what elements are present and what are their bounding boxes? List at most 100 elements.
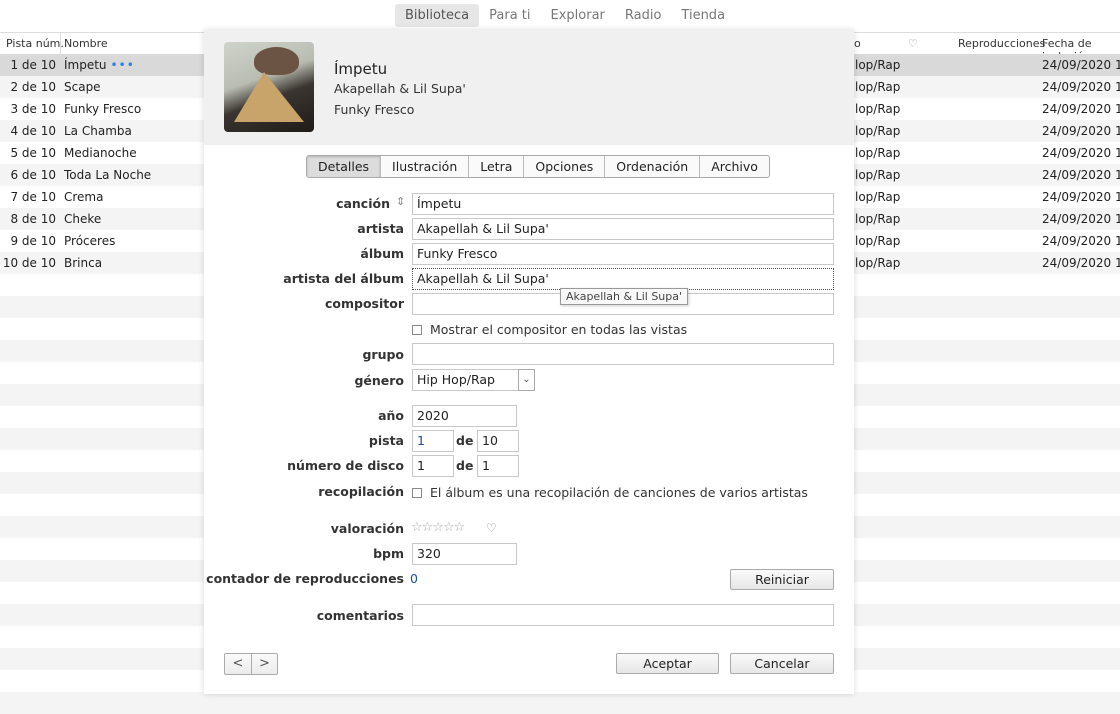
- track-date-added: 24/09/2020 10: [1042, 256, 1120, 270]
- track-number: 3 de 10: [10, 102, 56, 116]
- track-name-text: Ímpetu: [64, 58, 107, 72]
- track-date-added: 24/09/2020 10: [1042, 146, 1120, 160]
- track-name: Cheke: [64, 212, 101, 226]
- empty-row: [0, 692, 1120, 714]
- track-date-added: 24/09/2020 10: [1042, 212, 1120, 226]
- tab-detalles[interactable]: Detalles: [307, 156, 381, 177]
- comments-input[interactable]: [412, 604, 834, 626]
- col-genre[interactable]: o: [854, 37, 861, 50]
- label-group: grupo: [362, 347, 404, 362]
- track-number: 10 de 10: [2, 256, 56, 270]
- track-number: 6 de 10: [10, 168, 56, 182]
- track-date-added: 24/09/2020 10: [1042, 102, 1120, 116]
- group-input[interactable]: [412, 343, 834, 365]
- track-name: Toda La Noche: [64, 168, 151, 182]
- track-genre: lop/Rap: [855, 58, 901, 72]
- track-genre: lop/Rap: [855, 212, 901, 226]
- disc-total-input[interactable]: 1: [477, 455, 519, 477]
- track-input[interactable]: 1: [412, 430, 454, 452]
- header-artist: Akapellah & Lil Supa': [334, 81, 466, 96]
- cancel-button[interactable]: Cancelar: [730, 653, 834, 674]
- prev-next-buttons: < >: [224, 653, 278, 675]
- track-name: Funky Fresco: [64, 102, 141, 116]
- track-name: Medianoche: [64, 146, 137, 160]
- label-comments: comentarios: [316, 608, 404, 623]
- chevron-down-icon[interactable]: ⌄: [518, 369, 535, 391]
- genre-input[interactable]: Hip Hop/Rap: [412, 369, 519, 391]
- disc-input[interactable]: 1: [412, 455, 454, 477]
- track-name-text: Funky Fresco: [64, 102, 142, 116]
- tab-ilustracion[interactable]: Ilustración: [380, 156, 468, 177]
- bpm-input[interactable]: 320: [412, 543, 517, 565]
- previous-button[interactable]: <: [225, 654, 251, 674]
- artist-input[interactable]: Akapellah & Lil Supa': [412, 218, 834, 240]
- label-track: pista: [368, 433, 404, 448]
- album-artwork: [224, 42, 314, 132]
- track-name-text: La Chamba: [64, 124, 132, 138]
- track-date-added: 24/09/2020 10: [1042, 168, 1120, 182]
- label-year: año: [378, 408, 404, 423]
- track-name-text: Toda La Noche: [64, 168, 152, 182]
- track-genre: lop/Rap: [855, 80, 901, 94]
- track-number: 7 de 10: [10, 190, 56, 204]
- label-genre: género: [354, 373, 404, 388]
- reset-button[interactable]: Reiniciar: [730, 569, 834, 590]
- label-album-artist: artista del álbum: [283, 271, 404, 286]
- track-number: 4 de 10: [10, 124, 56, 138]
- track-genre: lop/Rap: [855, 256, 901, 270]
- next-button[interactable]: >: [251, 654, 277, 674]
- track-name: Brinca: [64, 256, 102, 270]
- tab-opciones[interactable]: Opciones: [523, 156, 604, 177]
- album-artist-input[interactable]: Akapellah & Lil Supa': [412, 268, 834, 290]
- nav-biblioteca[interactable]: Biblioteca: [394, 3, 480, 27]
- header-title: Ímpetu: [334, 60, 388, 78]
- header-album: Funky Fresco: [334, 102, 415, 117]
- track-number: 2 de 10: [10, 80, 56, 94]
- sort-chevron-icon[interactable]: ⇕: [396, 195, 405, 208]
- label-rating: valoración: [330, 521, 404, 536]
- nav-explorar[interactable]: Explorar: [541, 4, 615, 27]
- track-date-added: 24/09/2020 10: [1042, 124, 1120, 138]
- tab-archivo[interactable]: Archivo: [699, 156, 769, 177]
- label-of: de: [456, 433, 474, 448]
- song-input[interactable]: Ímpetu: [412, 193, 834, 215]
- rating-stars[interactable]: ☆☆☆☆☆: [411, 520, 465, 535]
- track-genre: lop/Rap: [855, 234, 901, 248]
- track-number: 8 de 10: [10, 212, 56, 226]
- track-genre: lop/Rap: [855, 146, 901, 160]
- album-input[interactable]: Funky Fresco: [412, 243, 834, 265]
- tab-bar: Detalles Ilustración Letra Opciones Orde…: [306, 155, 770, 178]
- compilation-checkbox[interactable]: El álbum es una recopilación de cancione…: [412, 485, 808, 500]
- label-song: canción: [336, 196, 390, 211]
- show-composer-label: Mostrar el compositor en todas las vista…: [430, 322, 688, 337]
- col-plays[interactable]: Reproducciones: [958, 37, 1045, 50]
- track-name-text: Crema: [64, 190, 104, 204]
- playcount-value: 0: [410, 571, 418, 586]
- compilation-label: El álbum es una recopilación de cancione…: [430, 485, 808, 500]
- tab-letra[interactable]: Letra: [468, 156, 523, 177]
- track-date-added: 24/09/2020 10: [1042, 80, 1120, 94]
- show-composer-checkbox[interactable]: Mostrar el compositor en todas las vista…: [412, 322, 687, 337]
- track-total-input[interactable]: 10: [477, 430, 519, 452]
- col-name[interactable]: Nombre: [64, 37, 108, 50]
- label-disc: número de disco: [287, 458, 404, 473]
- year-input[interactable]: 2020: [412, 405, 517, 427]
- track-genre: lop/Rap: [855, 124, 901, 138]
- nav-para-ti[interactable]: Para ti: [479, 4, 540, 27]
- track-genre: lop/Rap: [855, 190, 901, 204]
- track-number: 9 de 10: [10, 234, 56, 248]
- tab-ordenacion[interactable]: Ordenación: [604, 156, 699, 177]
- nav-radio[interactable]: Radio: [615, 4, 672, 27]
- track-name-text: Medianoche: [64, 146, 137, 160]
- label-compilation: recopilación: [318, 484, 404, 499]
- more-options-icon[interactable]: •••: [111, 58, 135, 72]
- ok-button[interactable]: Aceptar: [616, 653, 719, 674]
- heart-icon[interactable]: ♡: [486, 521, 497, 535]
- col-track[interactable]: Pista núm.: [6, 37, 64, 50]
- label-playcount: contador de reproducciones: [206, 571, 404, 586]
- track-genre: lop/Rap: [855, 102, 901, 116]
- track-genre: lop/Rap: [855, 168, 901, 182]
- nav-tienda[interactable]: Tienda: [671, 4, 735, 27]
- col-heart-icon[interactable]: ♡: [908, 37, 918, 50]
- track-name-text: Cheke: [64, 212, 102, 226]
